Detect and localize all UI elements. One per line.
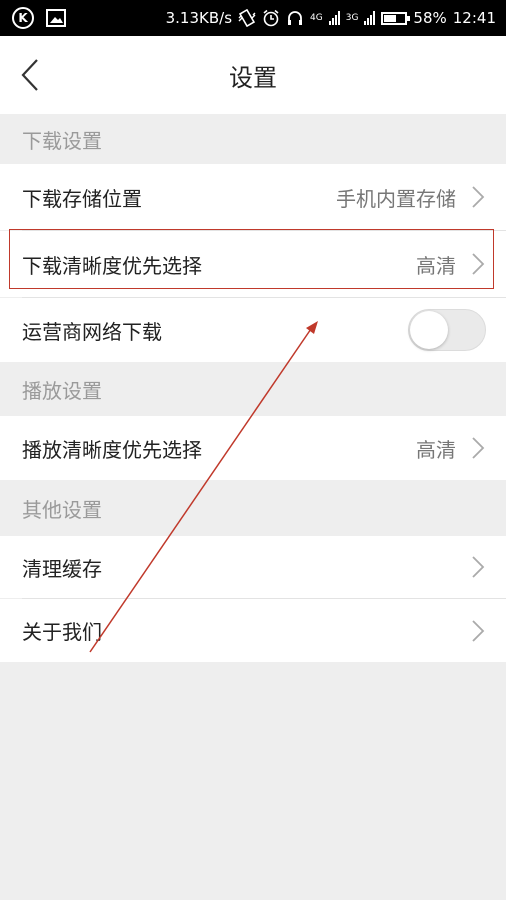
download-quality-label: 下载清晰度优先选择: [22, 253, 202, 278]
chevron-right-icon: [472, 556, 485, 578]
download-storage-label: 下载存储位置: [22, 186, 142, 211]
chevron-right-icon: [472, 437, 485, 459]
row-carrier-download: 运营商网络下载: [0, 298, 506, 362]
row-download-storage[interactable]: 下载存储位置 手机内置存储: [0, 164, 506, 230]
download-storage-value: 手机内置存储: [336, 186, 456, 211]
download-quality-value: 高清: [416, 253, 456, 278]
play-quality-value: 高清: [416, 437, 456, 462]
network-speed: 3.13KB/s: [165, 9, 233, 27]
page-title: 设置: [229, 63, 277, 92]
row-play-quality[interactable]: 播放清晰度优先选择 高清: [0, 416, 506, 480]
row-clear-cache[interactable]: 清理缓存: [0, 536, 506, 598]
clock: 12:41: [452, 9, 496, 27]
network-4g-label: 4G: [310, 13, 323, 23]
status-bar: K 3.13KB/s 4G 3G 58% 12:41: [0, 0, 506, 36]
signal-4g-icon: [328, 11, 340, 25]
section-header-play: 播放设置: [0, 362, 506, 416]
carrier-download-label: 运营商网络下载: [22, 319, 162, 344]
about-us-label: 关于我们: [22, 620, 102, 644]
k-app-icon: K: [12, 7, 34, 29]
row-download-quality[interactable]: 下载清晰度优先选择 高清: [0, 231, 506, 297]
clear-cache-label: 清理缓存: [22, 556, 102, 581]
chevron-left-icon: [21, 59, 38, 91]
top-bar: 设置: [0, 36, 506, 114]
chevron-right-icon: [472, 253, 485, 275]
battery-fill: [384, 14, 397, 22]
alarm-icon: [263, 9, 279, 27]
network-3g-label: 3G: [345, 13, 359, 23]
carrier-download-toggle[interactable]: [408, 309, 486, 351]
play-quality-label: 播放清晰度优先选择: [22, 437, 202, 462]
back-button[interactable]: [10, 52, 50, 98]
signal-3g-icon: [364, 11, 376, 25]
section-header-download: 下载设置: [0, 114, 506, 164]
battery-icon: [381, 11, 411, 25]
image-icon: [46, 9, 66, 27]
chevron-right-icon: [472, 186, 485, 208]
toggle-knob: [410, 311, 448, 349]
headset-icon: [288, 11, 303, 25]
chevron-right-icon: [472, 619, 485, 642]
vibrate-icon: [238, 9, 256, 27]
row-about-us[interactable]: 关于我们: [0, 599, 506, 662]
battery-percent: 58%: [413, 9, 447, 27]
section-header-other: 其他设置: [0, 480, 506, 536]
